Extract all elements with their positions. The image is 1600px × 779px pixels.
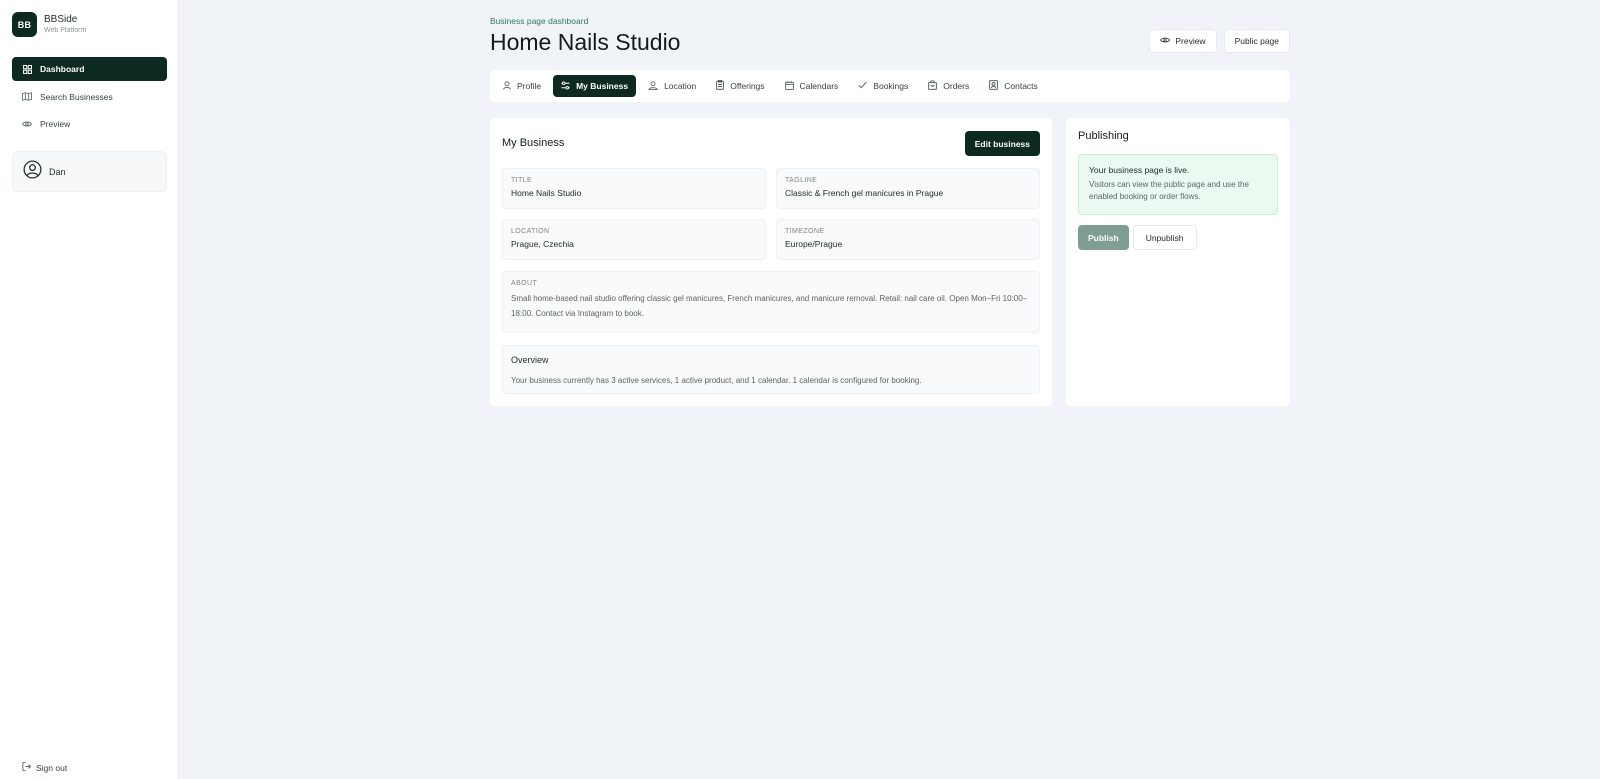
tab-bar: Profile My Business Location Offerings C… [490,70,1290,102]
tab-orders[interactable]: Orders [920,75,977,97]
field-value: Europe/Prague [785,239,843,249]
tab-label: Orders [943,81,970,91]
grid-icon [21,64,33,74]
tagline-field: TAGLINE Classic & French gel manicures i… [776,168,1040,209]
tab-label: Offerings [730,81,765,91]
timezone-field: TIMEZONE Europe/Prague [776,219,1040,260]
tab-calendars[interactable]: Calendars [777,75,847,97]
sign-out-button[interactable]: Sign out [22,762,67,773]
publishing-card: Publishing Your business page is live. V… [1066,118,1290,406]
sidebar-item-search-businesses[interactable]: Search Businesses [12,85,167,109]
page-eyebrow: Business page dashboard [490,16,589,26]
header-actions: Preview Public page [1149,29,1290,53]
publishing-actions: Publish Unpublish [1078,225,1197,250]
tab-location[interactable]: Location [640,75,704,97]
tab-label: Location [664,81,697,91]
public-page-button[interactable]: Public page [1223,29,1290,53]
user-card[interactable]: Dan [12,151,167,192]
tab-label: My Business [576,81,629,91]
sidebar-item-label: Search Businesses [40,91,113,102]
user-circle-icon [23,159,42,184]
card-title: My Business [502,137,565,149]
field-label: TIMEZONE [785,228,825,235]
tab-profile[interactable]: Profile [495,75,549,97]
logout-icon [22,762,36,773]
overview-box: Overview Your business currently has 3 a… [502,345,1040,394]
field-label: ABOUT [511,280,538,287]
clipboard-icon [716,80,730,92]
about-text: Small home-based nail studio offering cl… [511,294,1028,318]
tab-label: Profile [517,81,542,91]
preview-button[interactable]: Preview [1149,29,1217,53]
field-label: TAGLINE [785,177,818,184]
sidebar-item-dashboard[interactable]: Dashboard [12,57,167,81]
eye-icon [1160,36,1175,46]
tab-contacts[interactable]: Contacts [981,75,1046,97]
user-icon [503,80,517,92]
field-value: Home Nails Studio [511,188,582,198]
page-title: Home Nails Studio [490,29,681,55]
live-status-text: Visitors can view the public page and us… [1089,180,1249,201]
tab-bookings[interactable]: Bookings [850,75,916,97]
brand-logo: BB [12,12,37,37]
sidebar-item-label: Dashboard [40,64,85,74]
unpublish-button[interactable]: Unpublish [1132,225,1197,250]
publishing-title: Publishing [1078,130,1129,142]
publish-button[interactable]: Publish [1078,225,1129,250]
overview-text: Your business currently has 3 active ser… [511,376,922,385]
sliders-icon [561,81,576,92]
tab-label: Bookings [873,81,909,91]
tab-label: Contacts [1004,81,1038,91]
brand-name: BBSide [44,13,78,25]
sidebar: BB BBSide Web Platform Dashboard Search … [0,0,179,779]
brand-subtitle: Web Platform [44,26,87,34]
location-icon [648,80,664,92]
user-name: Dan [49,166,66,177]
sidebar-item-preview[interactable]: Preview [12,112,167,136]
contact-icon [989,80,1004,92]
tab-label: Calendars [799,81,839,91]
calendar-icon [784,80,800,92]
bag-icon [928,80,943,92]
field-label: TITLE [511,177,533,184]
field-value: Classic & French gel manicures in Prague [785,188,944,198]
title-field: TITLE Home Nails Studio [502,168,766,209]
live-status-box: Your business page is live. Visitors can… [1078,154,1278,215]
preview-button-label: Preview [1175,36,1206,46]
tab-offerings[interactable]: Offerings [708,75,772,97]
tab-my-business[interactable]: My Business [553,75,637,97]
sign-out-label: Sign out [36,762,68,773]
field-label: LOCATION [511,228,550,235]
location-field: LOCATION Prague, Czechia [502,219,766,260]
about-field: ABOUT Small home-based nail studio offer… [502,271,1040,333]
my-business-card: My Business Edit business TITLE Home Nai… [490,118,1052,406]
sidebar-nav: Dashboard Search Businesses Preview [12,57,167,140]
map-icon [21,92,33,101]
live-status-title: Your business page is live. [1089,165,1190,175]
field-value: Prague, Czechia [511,239,574,249]
eye-icon [21,120,33,128]
overview-title: Overview [511,355,549,365]
public-page-button-label: Public page [1234,36,1279,46]
check-icon [858,81,873,91]
sidebar-item-label: Preview [40,119,71,129]
edit-business-button[interactable]: Edit business [964,131,1040,156]
brand[interactable]: BB BBSide Web Platform [12,12,86,37]
